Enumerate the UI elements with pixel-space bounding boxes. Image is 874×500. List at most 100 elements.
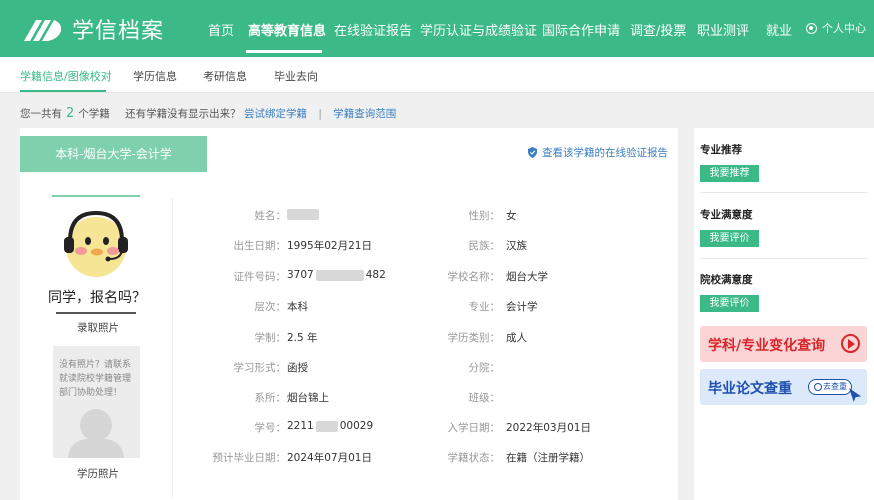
nav-certification[interactable]: 学历认证与成绩验证 [420, 20, 537, 39]
duck-avatar-icon [64, 210, 128, 277]
label-major: 专业： [468, 301, 501, 313]
shield-icon [528, 147, 537, 158]
label-branch: 分院： [468, 362, 501, 374]
record-count: 2 [66, 106, 75, 121]
record-card: 本科-烟台大学-会计学 查看该学籍的在线验证报告 同学，报名吗？ 录取照片 没有… [20, 128, 678, 500]
label-birthdate: 出生日期： [233, 240, 287, 252]
sidebar-divider [700, 258, 868, 259]
tab-active-indicator [20, 90, 106, 92]
photo-underline [56, 312, 136, 314]
major-change-query-label: 学科/专业变化查询 [708, 338, 826, 354]
user-center-label: 个人中心 [822, 22, 866, 35]
play-icon [841, 334, 860, 353]
admission-photo-caption: 录取照片 [77, 322, 119, 334]
thesis-check-label: 毕业论文查重 [708, 381, 792, 397]
user-center[interactable]: 个人中心 [806, 20, 866, 36]
logo[interactable]: 学信档案 [22, 13, 164, 45]
section-title-major-satisfaction: 专业满意度 [700, 209, 753, 221]
divider: | [318, 108, 322, 120]
column-divider [172, 198, 173, 498]
nav-career-test[interactable]: 职业测评 [697, 20, 749, 39]
tab-destination[interactable]: 毕业去向 [274, 68, 318, 84]
label-graduation-date: 预计毕业日期： [212, 452, 287, 464]
education-photo-caption: 学历照片 [77, 468, 119, 480]
value-study-mode: 函授 [287, 362, 308, 374]
value-student-id: 2211 00029 [287, 420, 373, 432]
label-level: 层次： [254, 301, 287, 313]
admission-photo: 同学，报名吗？ [48, 195, 146, 314]
no-photo-text: 没有照片？请联系就读院校学籍管理部门协助处理！ [59, 360, 132, 398]
value-name [287, 208, 319, 220]
redacted-student-id [315, 420, 338, 432]
label-education-type: 学历类别： [447, 332, 501, 344]
label-department: 系所： [254, 392, 287, 404]
rate-school-button[interactable]: 我要评价 [700, 295, 759, 312]
label-enrollment-date: 入学日期： [447, 422, 501, 434]
rate-major-button[interactable]: 我要评价 [700, 230, 759, 247]
label-name: 姓名： [254, 210, 287, 222]
redacted-id [315, 269, 364, 281]
logo-text: 学信档案 [72, 19, 165, 44]
value-major: 会计学 [506, 301, 538, 313]
nav-employment[interactable]: 就业 [766, 20, 792, 39]
value-birthdate: 1995年02月21日 [287, 240, 372, 252]
sub-nav: 学籍信息/图像校对 学历信息 考研信息 毕业去向 [0, 57, 874, 93]
label-record-status: 学籍状态： [447, 452, 501, 464]
record-summary: 您一共有 2 个学籍 还有学籍没有显示出来？ 尝试绑定学籍 | 学籍查询范围 [20, 106, 396, 121]
cursor-icon [849, 388, 861, 402]
degree-tab[interactable]: 本科-烟台大学-会计学 [20, 136, 207, 172]
user-icon [806, 22, 817, 34]
bind-record-link[interactable]: 尝试绑定学籍 [244, 108, 307, 120]
student-id-start: 2211 [287, 420, 314, 432]
tab-enrollment[interactable]: 学籍信息/图像校对 [20, 68, 112, 84]
query-scope-link[interactable]: 学籍查询范围 [333, 108, 396, 120]
label-id-number: 证件号码： [233, 271, 287, 283]
label-class: 班级： [468, 392, 501, 404]
value-enrollment-date: 2022年03月01日 [506, 422, 591, 434]
nav-home[interactable]: 首页 [208, 20, 234, 39]
nav-online-verification[interactable]: 在线验证报告 [334, 20, 412, 39]
nav-survey[interactable]: 调查/投票 [630, 20, 686, 39]
admission-photo-text: 同学，报名吗？ [48, 290, 146, 306]
label-student-id: 学号： [254, 422, 287, 434]
sidebar-divider [700, 192, 868, 193]
nav-international[interactable]: 国际合作申请 [542, 20, 620, 39]
value-id-number: 3707 482 [287, 269, 386, 281]
value-department: 烟台锦上 [287, 392, 329, 404]
section-title-major-recommend: 专业推荐 [700, 144, 742, 156]
missing-question: 还有学籍没有显示出来？ [125, 108, 241, 120]
value-ethnicity: 汉族 [506, 240, 527, 252]
id-number-end: 482 [365, 269, 386, 281]
summary-prefix: 您一共有 [20, 108, 62, 120]
verify-report-label: 查看该学籍的在线验证报告 [542, 147, 668, 159]
top-navbar: 学信档案 首页 高等教育信息 在线验证报告 学历认证与成绩验证 国际合作申请 调… [0, 0, 874, 57]
thesis-check-banner[interactable]: 毕业论文查重 去查重 [700, 369, 867, 405]
tab-education[interactable]: 学历信息 [133, 68, 177, 84]
nav-higher-education[interactable]: 高等教育信息 [248, 20, 326, 39]
value-duration: 2.5 年 [287, 332, 318, 344]
label-gender: 性别： [468, 210, 501, 222]
value-gender: 女 [506, 210, 517, 222]
education-photo-placeholder: 没有照片？请联系就读院校学籍管理部门协助处理！ [53, 346, 140, 458]
major-change-query-banner[interactable]: 学科/专业变化查询 [700, 326, 867, 362]
value-school: 烟台大学 [506, 271, 548, 283]
value-level: 本科 [287, 301, 308, 313]
value-education-type: 成人 [506, 332, 527, 344]
label-school: 学校名称： [447, 271, 501, 283]
summary-suffix: 个学籍 [78, 108, 110, 120]
redacted-name [287, 208, 319, 220]
verify-report-link[interactable]: 查看该学籍的在线验证报告 [528, 145, 668, 160]
right-sidebar: 专业推荐 我要推荐 专业满意度 我要评价 院校满意度 我要评价 学科/专业变化查… [694, 128, 874, 500]
label-duration: 学制： [254, 332, 287, 344]
section-title-school-satisfaction: 院校满意度 [700, 274, 753, 286]
value-record-status: 在籍（注册学籍） [506, 452, 590, 464]
value-graduation-date: 2024年07月01日 [287, 452, 372, 464]
thesis-check-pill: 去查重 [808, 379, 852, 395]
avatar-placeholder-icon [80, 409, 112, 441]
student-id-end: 00029 [339, 420, 374, 432]
logo-icon [24, 20, 62, 41]
label-ethnicity: 民族： [468, 240, 501, 252]
tab-postgraduate[interactable]: 考研信息 [203, 68, 247, 84]
id-number-start: 3707 [287, 269, 314, 281]
recommend-button[interactable]: 我要推荐 [700, 165, 759, 182]
